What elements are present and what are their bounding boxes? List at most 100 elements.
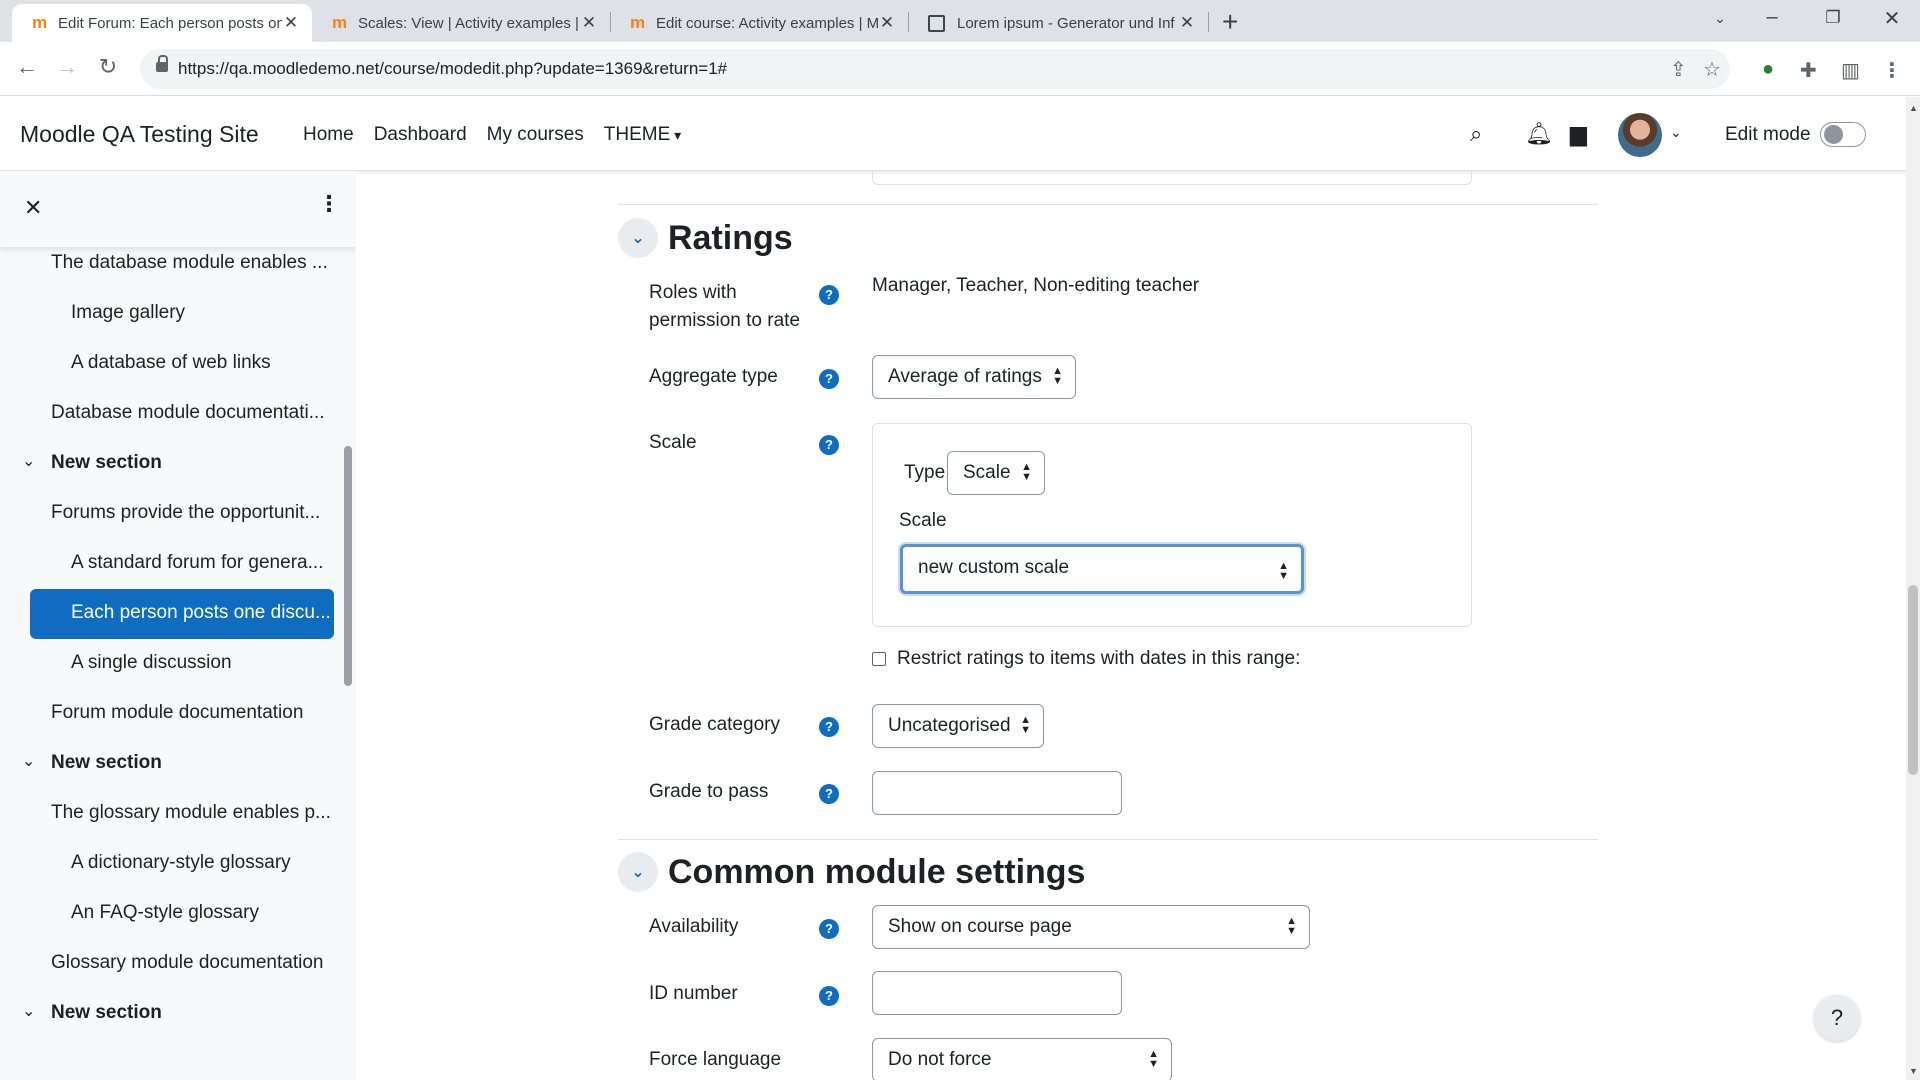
course-index-section[interactable]: ⌄ New section <box>0 739 356 789</box>
browser-tab-edit-course[interactable]: m Edit course: Activity examples | M ✕ <box>610 4 908 42</box>
chevron-down-icon[interactable]: ⌄ <box>22 751 35 771</box>
help-icon[interactable]: ? <box>819 435 839 455</box>
course-index-activity-active[interactable]: Each person posts one discu... <box>30 589 334 639</box>
course-index-activity[interactable]: Glossary module documentation <box>0 939 356 989</box>
section-divider <box>618 204 1598 205</box>
back-arrow-icon[interactable]: ← <box>12 54 42 80</box>
course-index-activity[interactable]: Forums provide the opportunit... <box>0 489 356 539</box>
browser-menu-kebab-icon[interactable]: ⋮ <box>1882 58 1902 83</box>
messages-icon[interactable]: ▆ <box>1570 121 1587 147</box>
restore-icon[interactable]: ❐ <box>1813 8 1853 28</box>
grade-to-pass-input[interactable] <box>872 771 1122 815</box>
drawer-scrollbar[interactable] <box>344 446 352 686</box>
close-drawer-icon[interactable]: ✕ <box>24 195 42 221</box>
course-index-activity[interactable]: Forum module documentation <box>0 689 356 739</box>
close-icon[interactable]: ✕ <box>282 13 300 33</box>
course-index-activity[interactable]: A single discussion <box>0 639 356 689</box>
help-icon[interactable]: ? <box>819 369 839 389</box>
help-icon[interactable]: ? <box>819 919 839 939</box>
nav-my-courses[interactable]: My courses <box>487 124 584 146</box>
course-index-activity[interactable]: Image gallery <box>0 289 356 339</box>
side-panel-icon[interactable]: ▥ <box>1841 58 1860 83</box>
course-index-activity[interactable]: Database module documentati... <box>0 389 356 439</box>
reload-icon[interactable]: ↻ <box>93 54 123 80</box>
address-bar[interactable]: https://qa.moodledemo.net/course/modedit… <box>140 49 1730 89</box>
minimize-icon[interactable]: – <box>1752 6 1792 29</box>
primary-navigation: Home Dashboard My courses THEME <box>303 124 681 146</box>
scrollbar-thumb[interactable] <box>1908 585 1918 775</box>
nav-dashboard[interactable]: Dashboard <box>374 124 467 146</box>
tab-title: Edit course: Activity examples | M <box>656 14 878 32</box>
course-index-drawer: ✕ ⋮ ⌄ New section The database module enab… <box>0 171 356 1080</box>
id-number-input[interactable] <box>872 971 1122 1015</box>
select-arrows-icon: ▲ ▼ <box>1286 915 1297 937</box>
course-index-activity[interactable]: A standard forum for genera... <box>0 539 356 589</box>
close-icon[interactable]: ✕ <box>1178 13 1196 33</box>
scroll-down-arrow-icon[interactable]: ▼ <box>1909 1066 1918 1076</box>
select-value: Show on course page <box>888 916 1072 937</box>
drawer-header: ✕ ⋮ <box>0 171 356 247</box>
course-index-section[interactable]: ⌄ New section <box>0 439 356 489</box>
tab-title: Scales: View | Activity examples | <box>358 14 579 32</box>
extension-shield-icon[interactable]: ● <box>1762 58 1774 81</box>
new-tab-plus-icon[interactable]: + <box>1222 6 1238 38</box>
chevron-down-icon[interactable]: ⌄ <box>22 1001 35 1021</box>
drawer-options-kebab-icon[interactable]: ⋮ <box>318 191 340 217</box>
browser-tab-edit-forum[interactable]: m Edit Forum: Each person posts one ✕ <box>12 4 312 42</box>
tab-separator <box>1208 12 1209 32</box>
share-icon[interactable]: ⇪ <box>1670 57 1687 82</box>
select-arrows-icon: ▲ ▼ <box>1020 714 1031 736</box>
course-index-activity[interactable]: A dictionary-style glossary <box>0 839 356 889</box>
window-close-icon[interactable]: ✕ <box>1872 6 1912 31</box>
restrict-ratings-checkbox[interactable] <box>872 652 886 666</box>
grade-category-select[interactable]: Uncategorised ▲ ▼ <box>872 704 1044 748</box>
help-icon[interactable]: ? <box>819 285 839 305</box>
url-text: https://qa.moodledemo.net/course/modedit… <box>178 59 728 78</box>
common-settings-section-header[interactable]: ⌄ Common module settings <box>618 852 1085 892</box>
availability-select[interactable]: Show on course page ▲ ▼ <box>872 905 1310 949</box>
ratings-section-header[interactable]: ⌄ Ratings <box>618 218 793 258</box>
course-index-activity[interactable]: A database of web links <box>0 339 356 389</box>
force-language-select[interactable]: Do not force ▲ ▼ <box>872 1038 1172 1080</box>
course-index-label: The database module enables ... <box>51 252 328 273</box>
help-button[interactable]: ? <box>1814 995 1860 1041</box>
close-icon[interactable]: ✕ <box>580 13 598 33</box>
page-scrollbar[interactable]: ▲ ▼ <box>1906 97 1920 1080</box>
edit-mode-toggle[interactable] <box>1820 122 1866 147</box>
user-avatar[interactable] <box>1618 113 1662 157</box>
notification-bell-icon[interactable]: 🔔︎ <box>1525 121 1553 147</box>
course-index-section[interactable]: ⌄ New section <box>0 989 356 1039</box>
help-icon[interactable]: ? <box>819 986 839 1006</box>
browser-tab-scales[interactable]: m Scales: View | Activity examples | ✕ <box>312 4 610 42</box>
course-index-activity[interactable]: An FAQ-style glossary <box>0 889 356 939</box>
course-index-label: The glossary module enables p... <box>51 802 331 823</box>
aggregate-type-select[interactable]: Average of ratings ▲ ▼ <box>872 355 1076 399</box>
search-icon[interactable]: ⌕ <box>1470 121 1482 147</box>
browser-tab-lorem-ipsum[interactable]: Lorem ipsum - Generator und Inf ✕ <box>908 4 1208 42</box>
section-divider <box>618 839 1598 840</box>
tab-search-chevron-icon[interactable]: ⌄ <box>1700 10 1740 27</box>
chevron-down-icon[interactable]: ⌄ <box>22 451 35 471</box>
course-index-label: Database module documentati... <box>51 402 325 423</box>
scroll-up-arrow-icon[interactable]: ▲ <box>1909 103 1918 113</box>
availability-label: Availability <box>649 916 739 937</box>
site-name[interactable]: Moodle QA Testing Site <box>20 121 259 148</box>
chevron-down-icon[interactable]: ⌄ <box>618 218 658 258</box>
course-index-label: Image gallery <box>71 302 186 323</box>
bookmark-star-icon[interactable]: ☆ <box>1703 57 1721 82</box>
forward-arrow-icon[interactable]: → <box>52 54 82 80</box>
help-icon[interactable]: ? <box>819 717 839 737</box>
restrict-ratings-label[interactable]: Restrict ratings to items with dates in … <box>897 648 1300 670</box>
course-index-activity[interactable]: The glossary module enables p... <box>0 789 356 839</box>
chevron-down-icon[interactable]: ⌄ <box>1670 124 1682 141</box>
close-icon[interactable]: ✕ <box>878 13 896 33</box>
select-value: Uncategorised <box>888 715 1011 736</box>
nav-theme-dropdown[interactable]: THEME <box>604 124 681 146</box>
help-icon[interactable]: ? <box>819 784 839 804</box>
scale-type-select[interactable]: Scale ▲ ▼ <box>947 451 1045 495</box>
previous-field-box <box>872 171 1472 185</box>
scale-select[interactable]: new custom scale ▲ ▼ <box>900 544 1304 594</box>
chevron-down-icon[interactable]: ⌄ <box>618 852 658 892</box>
nav-home[interactable]: Home <box>303 124 354 146</box>
extensions-puzzle-icon[interactable]: ✚ <box>1800 58 1817 83</box>
